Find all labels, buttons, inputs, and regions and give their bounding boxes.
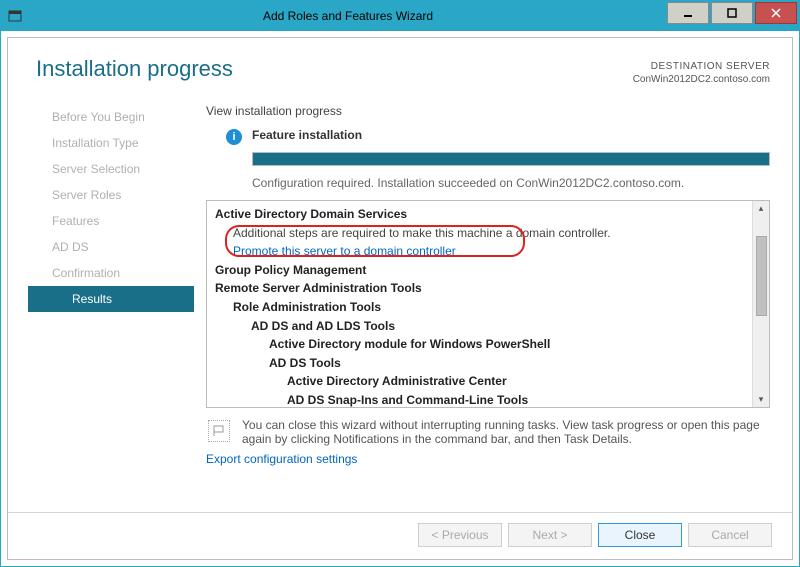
progress-bar bbox=[252, 152, 770, 166]
step-features: Features bbox=[28, 208, 198, 234]
step-confirmation: Confirmation bbox=[28, 260, 198, 286]
tree-item: Active Directory module for Windows Powe… bbox=[215, 335, 749, 354]
step-server-selection: Server Selection bbox=[28, 156, 198, 182]
scroll-down-icon[interactable]: ▾ bbox=[759, 392, 764, 407]
footer-note-text: You can close this wizard without interr… bbox=[242, 418, 768, 446]
tree-item: AD DS Snap-Ins and Command-Line Tools bbox=[215, 391, 749, 408]
tree-item: Group Policy Management bbox=[215, 261, 749, 280]
promote-domain-controller-link[interactable]: Promote this server to a domain controll… bbox=[215, 242, 749, 261]
app-icon bbox=[1, 9, 29, 23]
step-before-you-begin: Before You Begin bbox=[28, 104, 198, 130]
tree-item: AD DS Tools bbox=[215, 354, 749, 373]
minimize-button[interactable] bbox=[667, 2, 709, 24]
page-title: Installation progress bbox=[36, 56, 633, 82]
step-installation-type: Installation Type bbox=[28, 130, 198, 156]
button-bar: < Previous Next > Close Cancel bbox=[8, 512, 792, 559]
progress-fill bbox=[253, 153, 769, 165]
wizard-body: Installation progress DESTINATION SERVER… bbox=[7, 37, 793, 560]
tree-item: Role Administration Tools bbox=[215, 298, 749, 317]
tree-item: AD DS and AD LDS Tools bbox=[215, 317, 749, 336]
close-window-button[interactable] bbox=[755, 2, 797, 24]
tree-note: Additional steps are required to make th… bbox=[215, 224, 749, 243]
title-bar: Add Roles and Features Wizard bbox=[1, 1, 799, 31]
flag-icon bbox=[208, 420, 230, 442]
scroll-thumb[interactable] bbox=[756, 236, 767, 316]
step-ad-ds: AD DS bbox=[28, 234, 198, 260]
window-title: Add Roles and Features Wizard bbox=[29, 9, 667, 23]
step-server-roles: Server Roles bbox=[28, 182, 198, 208]
close-button[interactable]: Close bbox=[598, 523, 682, 547]
status-message: Configuration required. Installation suc… bbox=[252, 176, 770, 190]
tree-item: Remote Server Administration Tools bbox=[215, 279, 749, 298]
tree-item: Active Directory Administrative Center bbox=[215, 372, 749, 391]
results-tree: Active Directory Domain Services Additio… bbox=[206, 200, 770, 408]
destination-server-label: DESTINATION SERVER bbox=[633, 60, 770, 73]
wizard-window: Add Roles and Features Wizard Installati… bbox=[0, 0, 800, 567]
status-title: Feature installation bbox=[252, 128, 770, 142]
previous-button: < Previous bbox=[418, 523, 502, 547]
cancel-button: Cancel bbox=[688, 523, 772, 547]
scroll-up-icon[interactable]: ▴ bbox=[759, 201, 764, 216]
info-icon: i bbox=[226, 129, 242, 145]
step-results: Results bbox=[28, 286, 194, 312]
maximize-button[interactable] bbox=[711, 2, 753, 24]
destination-server-info: DESTINATION SERVER ConWin2012DC2.contoso… bbox=[633, 56, 770, 86]
content-heading: View installation progress bbox=[206, 104, 770, 118]
scrollbar[interactable]: ▴ ▾ bbox=[752, 201, 769, 407]
content-area: View installation progress i Feature ins… bbox=[198, 90, 792, 512]
next-button: Next > bbox=[508, 523, 592, 547]
destination-server-value: ConWin2012DC2.contoso.com bbox=[633, 73, 770, 86]
tree-item: Active Directory Domain Services bbox=[215, 205, 749, 224]
export-config-link[interactable]: Export configuration settings bbox=[206, 450, 770, 472]
footer-note: You can close this wizard without interr… bbox=[206, 408, 770, 450]
wizard-steps: Before You Begin Installation Type Serve… bbox=[8, 90, 198, 512]
